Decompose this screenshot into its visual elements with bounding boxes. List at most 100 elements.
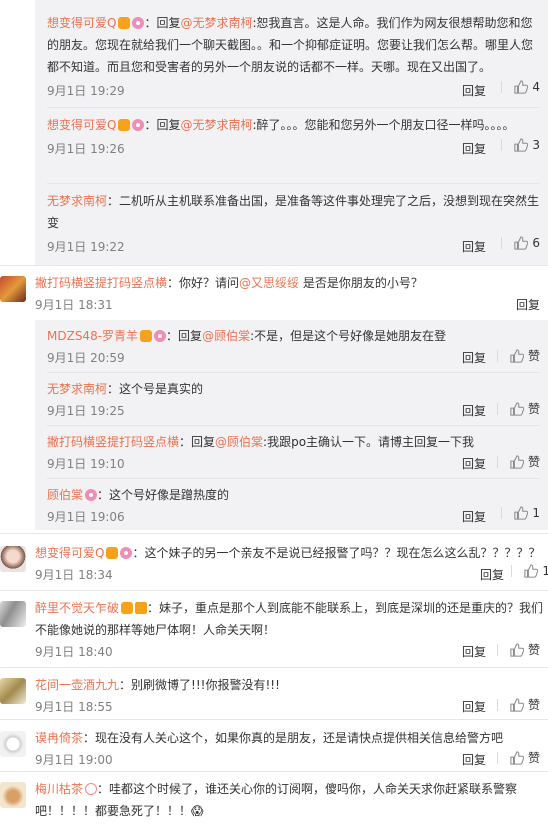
thumbs-up-icon	[514, 80, 529, 94]
vip-badge-icon	[118, 17, 131, 29]
username-link[interactable]: 无梦求南柯	[47, 194, 107, 208]
mention-link[interactable]: @顾伯棠	[202, 329, 250, 343]
thumbs-up-icon	[510, 750, 524, 765]
like-button[interactable]: 赞	[496, 453, 540, 470]
like-button[interactable]: 赞	[496, 347, 540, 364]
reply-button[interactable]: 回复	[462, 698, 486, 715]
comment: 醉里不觉天乍破 ：妹子，重点是那个人到底能不能联系上，到底是深圳的还是重庆的？我们…	[35, 601, 544, 661]
vip-badge-icon	[121, 602, 134, 614]
vip-badge-icon	[140, 330, 153, 342]
like-button[interactable]: 4	[501, 80, 540, 94]
divider	[47, 107, 540, 108]
thumbs-up-icon	[510, 454, 524, 469]
thumbs-up-icon	[510, 348, 524, 363]
comment-meta: 9月1日 18:40 回复赞	[35, 641, 540, 661]
username-link[interactable]: 谟冉倚茶	[35, 731, 83, 745]
timestamp: 9月1日 19:25	[47, 404, 125, 418]
username-link[interactable]: 花间一壶酒九九	[35, 678, 119, 692]
comment-meta: 9月1日 19:29 回复 4	[47, 80, 540, 100]
reply-button[interactable]: 回复	[462, 643, 486, 660]
reply-button[interactable]: 回复	[462, 402, 486, 419]
divider	[47, 183, 540, 184]
comment-meta: 9月1日 18:34 回复 1	[35, 564, 548, 584]
avatar[interactable]	[0, 782, 26, 808]
comment: 谟冉倚茶：现在没有人关心这个，如果你真的是朋友，还是请快点提供相关信息给警方吧 …	[35, 731, 540, 769]
avatar[interactable]	[0, 276, 26, 302]
mention-link[interactable]: @又思绥绥	[239, 276, 299, 290]
comment: 撇打码横竖提打码竖点横：你好？请问@又思绥绥 是否是你朋友的小号？ 9月1日 1…	[35, 276, 540, 314]
avatar[interactable]	[0, 601, 26, 627]
timestamp: 9月1日 19:26	[47, 142, 125, 156]
mention-link[interactable]: @无梦求南柯	[180, 16, 252, 30]
reply-button[interactable]: 回复	[462, 140, 486, 157]
like-button[interactable]: 3	[501, 138, 540, 152]
username-link[interactable]: MDZS48-罗青羊	[47, 329, 138, 343]
donut-badge-icon	[85, 489, 98, 501]
like-button[interactable]: 赞	[496, 641, 540, 658]
username-link[interactable]: 想变得可爱Q	[35, 546, 104, 560]
donut-badge-icon	[132, 17, 145, 29]
list-item: MDZS48-罗青羊 ：回复@顾伯棠:不是，但是这个号好像是她朋友在登 9月1日 …	[47, 329, 540, 367]
vip-badge-icon	[106, 547, 119, 559]
divider	[0, 771, 548, 772]
username-link[interactable]: 醉里不觉天乍破	[35, 601, 119, 615]
donut-badge-icon	[154, 330, 167, 342]
list-item: 想变得可爱Q ：回复@无梦求南柯:醉了。。。您能和您另外一个朋友口径一样吗。。。。…	[47, 118, 540, 157]
timestamp: 9月1日 19:06	[47, 510, 125, 524]
reply-button[interactable]: 回复	[462, 82, 486, 99]
comment-meta: 9月1日 19:00 回复赞	[35, 749, 540, 769]
comment-meta: 9月1日 18:31 回复	[35, 294, 540, 314]
mention-link[interactable]: @无梦求南柯	[180, 118, 252, 132]
username-link[interactable]: 无梦求南柯	[47, 382, 107, 396]
like-button[interactable]: 赞	[496, 400, 540, 417]
trophy-badge-icon	[135, 602, 148, 614]
like-button[interactable]: 赞	[496, 749, 540, 766]
thumbs-up-icon	[514, 236, 529, 250]
username-link[interactable]: 梅川枯茶	[35, 782, 83, 796]
divider	[47, 478, 540, 479]
comment: 梅川枯茶 ：哇都这个时候了，谁还关心你的订阅啊，傻吗你，人命关天求你赶紧联系警察吧…	[35, 782, 518, 818]
comment-meta: 9月1日 19:10 回复赞	[47, 453, 540, 473]
timestamp: 9月1日 20:59	[47, 351, 125, 365]
divider	[0, 667, 548, 668]
comment-meta: 9月1日 19:25 回复赞	[47, 400, 540, 420]
like-button[interactable]: 1	[511, 564, 548, 578]
timestamp: 9月1日 19:22	[47, 240, 125, 254]
avatar[interactable]	[0, 678, 26, 704]
username-link[interactable]: 顾伯棠	[47, 488, 83, 502]
avatar[interactable]	[0, 731, 26, 757]
timestamp: 9月1日 18:34	[35, 568, 113, 582]
reply-button[interactable]: 回复	[480, 566, 504, 583]
divider	[0, 590, 548, 591]
reply-button[interactable]: 回复	[462, 508, 486, 525]
username-link[interactable]: 撇打码横竖提打码竖点横	[47, 435, 179, 449]
thumbs-up-icon	[524, 564, 539, 578]
reply-button[interactable]: 回复	[462, 238, 486, 255]
comment: 想变得可爱Q ：这个妹子的另一个亲友不是说已经报警了吗？？现在怎么这么乱？？？？？…	[35, 546, 548, 584]
mention-link[interactable]: @顾伯棠	[215, 435, 263, 449]
like-button[interactable]: 赞	[496, 696, 540, 713]
list-item: 无梦求南柯：这个号是真实的 9月1日 19:25 回复赞	[47, 382, 540, 420]
comment: 花间一壶酒九九：别刷微博了!!!你报警没有!!! 9月1日 18:55 回复赞	[35, 678, 540, 715]
username-link[interactable]: 撇打码横竖提打码竖点横	[35, 276, 167, 290]
like-button[interactable]: 6	[501, 236, 540, 250]
reply-button[interactable]: 回复	[462, 349, 486, 366]
thumbs-up-icon	[510, 642, 524, 657]
username-link[interactable]: 想变得可爱Q	[47, 16, 116, 30]
timestamp: 9月1日 18:40	[35, 645, 113, 659]
like-button[interactable]: 1	[501, 506, 540, 520]
reply-button[interactable]: 回复	[462, 751, 486, 768]
avatar[interactable]	[0, 546, 26, 572]
list-item: 无梦求南柯：二机听从主机联系准备出国，是准备等这件事处理完了之后，没想到现在突然…	[47, 194, 540, 255]
divider	[47, 425, 540, 426]
reply-button[interactable]: 回复	[516, 296, 540, 313]
donut-badge-icon	[132, 119, 145, 131]
divider	[0, 719, 548, 720]
rabbit-badge-icon	[85, 783, 98, 795]
reply-button[interactable]: 回复	[462, 455, 486, 472]
divider	[0, 265, 548, 266]
comment-meta: 9月1日 20:59 回复赞	[47, 347, 540, 367]
timestamp: 9月1日 19:00	[35, 753, 113, 767]
list-item: 撇打码横竖提打码竖点横：回复@顾伯棠:我跟po主确认一下。请博主回复一下我 9月…	[47, 435, 540, 473]
username-link[interactable]: 想变得可爱Q	[47, 118, 116, 132]
